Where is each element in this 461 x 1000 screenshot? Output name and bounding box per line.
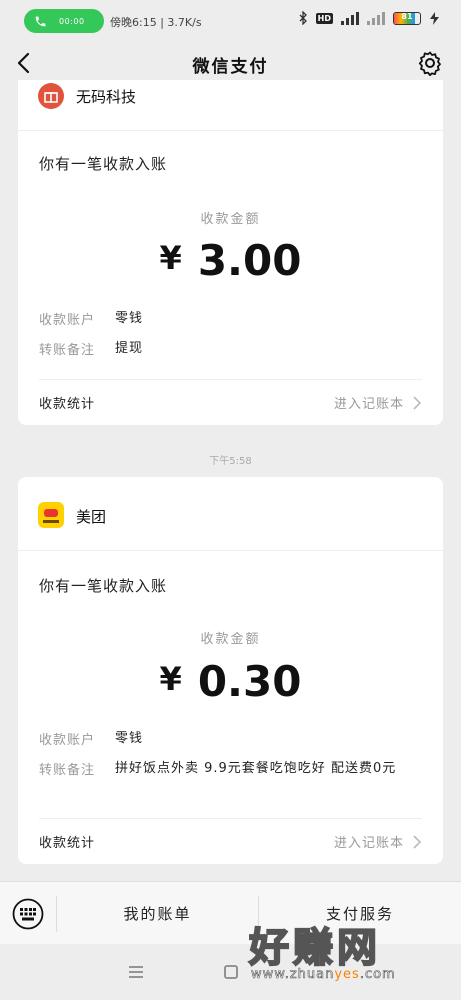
brand-logo [38, 502, 64, 528]
amount-number: 3.00 [197, 236, 302, 285]
detail-row: 收款账户 零钱 [39, 729, 422, 748]
keyboard-icon[interactable] [12, 898, 44, 930]
payment-card-1[interactable]: 无码科技 你有一笔收款入账 收款金额 ¥3.00 收款账户 零钱 转账备注 提现… [18, 80, 443, 425]
card-header: 美团 [18, 477, 443, 551]
signal-icon [341, 11, 359, 25]
brand-name: 美团 [76, 508, 107, 526]
payment-services-menu[interactable]: 支付服务 [259, 882, 461, 945]
chevron-right-icon [413, 834, 422, 849]
amount-value: ¥0.30 [18, 657, 443, 706]
detail-row: 转账备注 拼好饭点外卖 9.9元套餐吃饱吃好 配送费0元 [39, 759, 422, 778]
notice-text: 你有一笔收款入账 [39, 155, 168, 173]
battery-level: 81 [401, 11, 413, 21]
detail-label: 收款账户 [39, 313, 96, 328]
call-time: 00:00 [59, 16, 85, 26]
detail-row: 收款账户 零钱 [39, 309, 422, 328]
gear-icon[interactable] [417, 50, 443, 76]
system-nav-bar [0, 944, 461, 1000]
detail-label: 转账备注 [39, 763, 96, 778]
ledger-link[interactable]: 进入记账本 [334, 393, 422, 412]
signal-2-icon [367, 11, 385, 25]
detail-label: 转账备注 [39, 343, 96, 358]
menu-icon[interactable] [126, 962, 146, 982]
my-bills-menu[interactable]: 我的账单 [57, 882, 258, 945]
brand-logo [38, 83, 64, 109]
network-status-text: 傍晚6:15 | 3.7K/s [110, 16, 202, 29]
amount-label: 收款金额 [200, 632, 261, 647]
ledger-link-label: 进入记账本 [333, 836, 404, 851]
battery-icon: 81 [393, 11, 421, 25]
status-bar: 00:00 傍晚6:15 | 3.7K/s HD 81 [0, 0, 461, 42]
detail-value: 提现 [115, 341, 144, 356]
charging-icon [430, 11, 439, 25]
amount-label: 收款金额 [200, 212, 261, 227]
currency-symbol: ¥ [159, 239, 182, 277]
chevron-right-icon [413, 395, 422, 410]
card-footer[interactable]: 收款统计 进入记账本 [39, 379, 422, 425]
ledger-link[interactable]: 进入记账本 [334, 832, 422, 851]
hd-icon: HD [315, 12, 333, 24]
bluetooth-icon [299, 11, 307, 25]
detail-value: 零钱 [115, 311, 144, 326]
receipt-stats-link[interactable]: 收款统计 [39, 393, 95, 412]
message-timestamp: 下午5:58 [209, 456, 252, 467]
gift-icon [44, 92, 58, 103]
detail-value: 拼好饭点外卖 9.9元套餐吃饱吃好 配送费0元 [115, 761, 397, 776]
amount-value: ¥3.00 [18, 236, 443, 285]
active-call-pill[interactable]: 00:00 [24, 9, 104, 33]
detail-label: 收款账户 [39, 733, 96, 748]
currency-symbol: ¥ [159, 660, 182, 698]
ledger-link-label: 进入记账本 [333, 397, 404, 412]
home-icon[interactable] [221, 962, 241, 982]
card-footer[interactable]: 收款统计 进入记账本 [39, 818, 422, 864]
receipt-stats-link[interactable]: 收款统计 [39, 832, 95, 851]
notice-text: 你有一笔收款入账 [39, 577, 168, 595]
meituan-logo-icon [43, 509, 59, 523]
nav-bar: 微信支付 [0, 42, 461, 84]
detail-value: 零钱 [115, 731, 144, 746]
detail-row: 转账备注 提现 [39, 339, 422, 358]
payment-card-2[interactable]: 美团 你有一笔收款入账 收款金额 ¥0.30 收款账户 零钱 转账备注 拼好饭点… [18, 477, 443, 864]
page-title: 微信支付 [192, 57, 269, 77]
brand-name: 无码科技 [76, 88, 137, 106]
bottom-menu: 我的账单 支付服务 [0, 881, 461, 944]
phone-icon [35, 16, 46, 26]
amount-number: 0.30 [197, 657, 302, 706]
card-header: 无码科技 [18, 80, 443, 131]
